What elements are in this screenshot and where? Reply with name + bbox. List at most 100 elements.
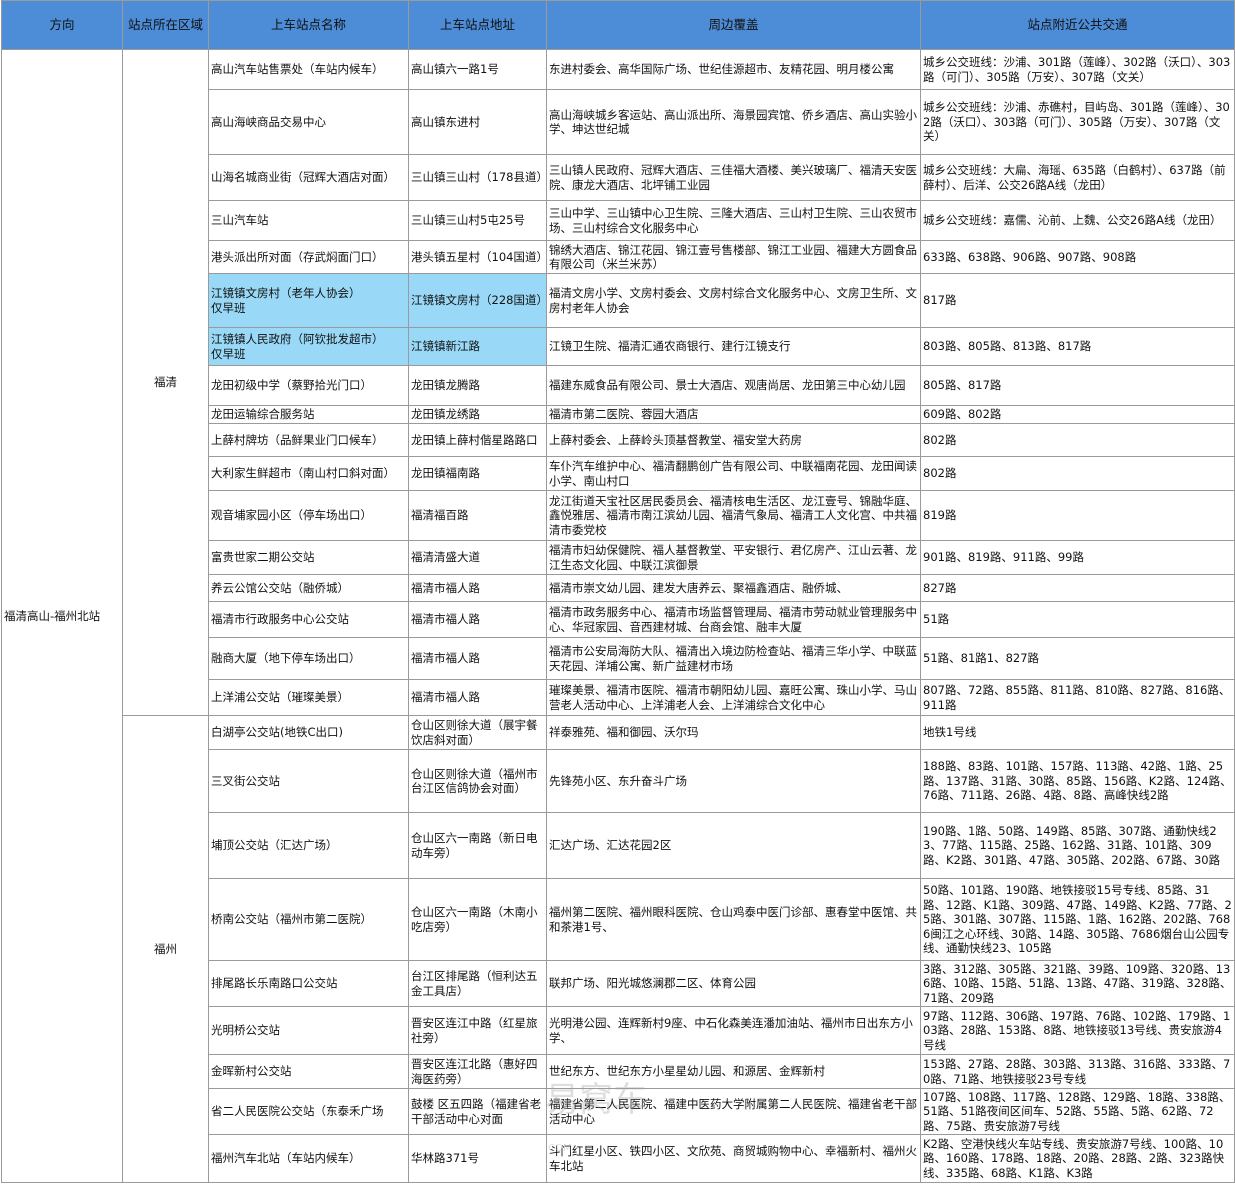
transit-cell: 827路 (920, 574, 1235, 602)
direction-cell: 福清高山-福州北站 (1, 49, 123, 1183)
transit-cell: 805路、817路 (920, 365, 1235, 406)
transit-cell: 3路、312路、305路、321路、39路、109路、320路、136路、10路… (920, 960, 1235, 1007)
stop-name-cell: 福清市行政服务中心公交站 (208, 601, 409, 638)
coverage-cell: 江镜卫生院、福清汇通农商银行、建行江镜支行 (546, 327, 921, 366)
stop-name-cell: 三叉街公交站 (208, 749, 409, 813)
transit-cell: 803路、805路、813路、817路 (920, 327, 1235, 366)
stop-name-cell: 观音埔家园小区（停车场出口） (208, 490, 409, 541)
coverage-cell: 福建省第二人民医院、福建中医药大学附属第二人民医院、福建省老干部活动中心 (546, 1088, 921, 1135)
stop-name-cell: 埔顶公交站（汇达广场） (208, 812, 409, 879)
stop-name-cell-line: 仅早班 (211, 300, 246, 315)
coverage-cell: 福清文房小学、文房村委会、文房村综合文化服务中心、文房卫生所、文房村老年人协会 (546, 273, 921, 328)
stop-address-cell: 龙田镇龙绣路 (408, 405, 547, 424)
coverage-cell: 璀璨美景、福清市医院、福清市朝阳幼儿园、嘉旺公寓、珠山小学、马山营老人活动中心、… (546, 679, 921, 716)
stop-name-cell: 龙田初级中学（蔡野拾光门口） (208, 365, 409, 406)
stop-address-cell: 江镜镇新江路 (408, 327, 547, 366)
stop-address-cell: 晋安区连江北路（惠好四海医药旁） (408, 1054, 547, 1089)
stop-name-cell: 排尾路长乐南路口公交站 (208, 960, 409, 1007)
stop-address-cell: 华林路371号 (408, 1134, 547, 1183)
transit-cell: 城乡公交班线：嘉儒、沁前、上魏、公交26路A线（龙田） (920, 200, 1235, 241)
stop-name-cell: 江镜镇文房村（老年人协会） 仅早班 (208, 273, 409, 328)
header-stop-name: 上车站点名称 (208, 0, 409, 50)
coverage-cell: 福建东威食品有限公司、景士大酒店、观唐尚居、龙田第三中心幼儿园 (546, 365, 921, 406)
stop-name-cell: 福州汽车北站（车站内候车） (208, 1134, 409, 1183)
coverage-cell: 福清市崇文幼儿园、建发大唐养云、聚福鑫酒店、融侨城、 (546, 574, 921, 602)
stop-name-cell: 港头派出所对面（存武焖面门口） (208, 240, 409, 274)
header-stop-address: 上车站点地址 (408, 0, 547, 50)
coverage-cell: 锦绣大酒店、锦江花园、锦江壹号售楼部、锦江工业园、福建大方圆食品有限公司（米兰米… (546, 240, 921, 274)
transit-cell: 190路、1路、50路、149路、85路、307路、通勤快线23、77路、115… (920, 812, 1235, 879)
stop-address-cell: 高山镇六一路1号 (408, 49, 547, 90)
coverage-cell: 福清市政务服务中心、福清市场监督管理局、福清市劳动就业管理服务中心、华冠家园、音… (546, 601, 921, 638)
transit-cell: 51路 (920, 601, 1235, 638)
coverage-cell: 汇达广场、汇达花园2区 (546, 812, 921, 879)
transit-cell: 153路、27路、28路、303路、313路、316路、333路、70路、71路… (920, 1054, 1235, 1089)
stop-address-cell: 三山镇三山村（178县道） (408, 154, 547, 201)
coverage-cell: 车仆汽车维护中心、福清翻鹏创广告有限公司、中联福南花园、龙田闻读小学、南山村口 (546, 456, 921, 491)
transit-cell: 51路、81路1、827路 (920, 637, 1235, 680)
transit-cell: 807路、72路、855路、811路、810路、827路、816路、911路 (920, 679, 1235, 716)
stop-name-cell: 高山海峡商品交易中心 (208, 89, 409, 155)
stop-name-cell-line: 仅早班 (211, 346, 246, 361)
bus-stop-table: 方向 站点所在区域 上车站点名称 上车站点地址 周边覆盖 站点附近公共交通 福清… (1, 0, 1235, 1183)
header-direction: 方向 (1, 0, 123, 50)
transit-cell: 城乡公交班线：沙浦、301路（莲峰）、302路（沃口）、303路（可门）、305… (920, 49, 1235, 90)
coverage-cell: 福州第二医院、福州眼科医院、仓山鸡泰中医门诊部、惠春堂中医馆、共和茶港1号、 (546, 878, 921, 961)
transit-cell: 城乡公交班线：大扁、海瑶、635路（白鹤村）、637路（前薛村）、后洋、公交26… (920, 154, 1235, 201)
coverage-cell: 斗门红星小区、铁四小区、文欣苑、商贸城购物中心、幸福新村、福州火车北站 (546, 1134, 921, 1183)
coverage-cell: 三山中学、三山镇中心卫生院、三隆大酒店、三山村卫生院、三山农贸市场、三山村综合文… (546, 200, 921, 241)
region-cell: 福州 (122, 715, 209, 1183)
stop-address-cell: 江镜镇文房村（228国道） (408, 273, 547, 328)
stop-name-cell: 龙田运输综合服务站 (208, 405, 409, 424)
coverage-cell: 世纪东方、世纪东方小星星幼儿园、和源居、金辉新村 (546, 1054, 921, 1089)
stop-address-cell: 福清福百路 (408, 490, 547, 541)
stop-address-cell: 福清市福人路 (408, 637, 547, 680)
stop-name-cell: 光明桥公交站 (208, 1006, 409, 1055)
stop-address-cell: 仓山区则徐大道（福州市台江区信鸽协会对面） (408, 749, 547, 813)
stop-address-cell: 龙田镇龙腾路 (408, 365, 547, 406)
stop-address-cell: 高山镇东进村 (408, 89, 547, 155)
coverage-cell: 联邦广场、阳光城悠澜郡二区、体育公园 (546, 960, 921, 1007)
transit-cell: 802路 (920, 456, 1235, 491)
stop-name-cell: 金晖新村公交站 (208, 1054, 409, 1089)
stop-name-cell: 白湖亭公交站(地铁C出口) (208, 715, 409, 750)
stop-name-cell-line: 江镜镇人民政府（阿钦批发超市） (211, 332, 384, 346)
stop-name-cell: 上薛村牌坊（品鲜果业门口候车） (208, 423, 409, 457)
stop-address-cell: 福清市福人路 (408, 574, 547, 602)
stop-address-cell: 三山镇三山村5屯25号 (408, 200, 547, 241)
coverage-cell: 高山海峡城乡客运站、高山派出所、海景园宾馆、侨乡酒店、高山实验小学、坤达世纪城 (546, 89, 921, 155)
transit-cell: 609路、802路 (920, 405, 1235, 424)
stop-address-cell: 仓山区六一南路（木南小吃店旁） (408, 878, 547, 961)
region-cell: 福清 (122, 49, 209, 716)
coverage-cell: 光明港公园、连辉新村9座、中石化森美连潘加油站、福州市日出东方小学、 (546, 1006, 921, 1055)
stop-address-cell: 鼓楼 区五四路（福建省老干部活动中心对面 (408, 1088, 547, 1135)
stop-name-cell: 省二人民医院公交站（东泰禾广场 (208, 1088, 409, 1135)
transit-cell: K2路、空港快线火车站专线、贵安旅游7号线、100路、10路、160路、178路… (920, 1134, 1235, 1183)
stop-address-cell: 仓山区则徐大道（展宇餐饮店斜对面） (408, 715, 547, 750)
stop-address-cell: 仓山区六一南路（新日电动车旁） (408, 812, 547, 879)
transit-cell: 城乡公交班线：沙浦、赤礁村，目屿岛、301路（莲峰）、302路（沃口）、303路… (920, 89, 1235, 155)
stop-address-cell: 福清市福人路 (408, 679, 547, 716)
header-coverage: 周边覆盖 (546, 0, 921, 50)
coverage-cell: 上薛村委会、上薛岭头顶基督教堂、福安堂大药房 (546, 423, 921, 457)
stop-name-cell: 富贵世家二期公交站 (208, 540, 409, 575)
coverage-cell: 福清市妇幼保健院、福人基督教堂、平安银行、君亿房产、江山云著、龙江生态文化园、中… (546, 540, 921, 575)
stop-address-cell: 龙田镇上薛村偕星路路口 (408, 423, 547, 457)
stop-address-cell: 福清清盛大道 (408, 540, 547, 575)
stop-address-cell: 晋安区连江中路（红星旅社旁） (408, 1006, 547, 1055)
transit-cell: 188路、83路、101路、157路、113路、42路、1路、25路、137路、… (920, 749, 1235, 813)
stop-name-cell: 三山汽车站 (208, 200, 409, 241)
transit-cell: 802路 (920, 423, 1235, 457)
stop-name-cell: 融商大厦（地下停车场出口） (208, 637, 409, 680)
header-transit: 站点附近公共交通 (920, 0, 1235, 50)
transit-cell: 633路、638路、906路、907路、908路 (920, 240, 1235, 274)
coverage-cell: 福清市公安局海防大队、福清出入境边防检查站、福清三华小学、中联蓝天花园、洋埔公寓… (546, 637, 921, 680)
stop-address-cell: 港头镇五星村（104国道） (408, 240, 547, 274)
coverage-cell: 福清市第二医院、蓉园大酒店 (546, 405, 921, 424)
stop-address-cell: 福清市福人路 (408, 601, 547, 638)
transit-cell: 819路 (920, 490, 1235, 541)
transit-cell: 地铁1号线 (920, 715, 1235, 750)
stop-address-cell: 台江区排尾路（恒利达五金工具店） (408, 960, 547, 1007)
header-row: 方向 站点所在区域 上车站点名称 上车站点地址 周边覆盖 站点附近公共交通 (1, 0, 1235, 50)
stop-name-cell: 桥南公交站（福州市第二医院） (208, 878, 409, 961)
